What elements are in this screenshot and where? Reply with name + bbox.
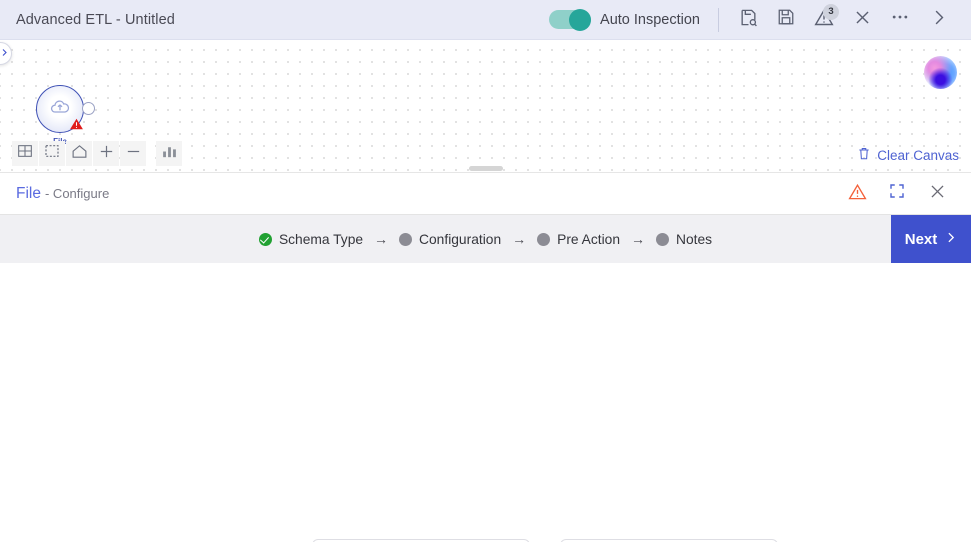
close-icon (928, 182, 947, 206)
panel-warning-button[interactable] (837, 178, 877, 210)
toggle-knob (569, 8, 592, 31)
toolbar-divider (718, 7, 719, 32)
top-bar: Advanced ETL - Untitled Auto Inspection (0, 0, 971, 40)
topbar-actions: Auto Inspection 3 (549, 3, 957, 36)
zoom-in-button[interactable] (93, 141, 119, 166)
bar-chart-icon (161, 143, 178, 165)
more-options-icon (890, 7, 910, 32)
auto-inspection-label: Auto Inspection (600, 11, 700, 28)
canvas-node-file[interactable]: File (36, 85, 95, 146)
save-button[interactable] (767, 4, 805, 36)
stepper-bar: Schema Type → Configuration → Pre Action… (0, 215, 971, 263)
node-output-port[interactable] (82, 102, 95, 115)
step-arrow-icon: → (374, 231, 389, 247)
step-pre-action[interactable]: Pre Action (537, 232, 620, 247)
save-as-icon (739, 8, 758, 32)
step-dot-icon (399, 232, 413, 246)
node-error-icon (69, 117, 84, 136)
app-root: Advanced ETL - Untitled Auto Inspection (0, 0, 971, 542)
zoom-in-icon (98, 143, 115, 165)
layout-grid-icon (17, 143, 33, 164)
step-label: Notes (676, 231, 713, 247)
warning-triangle-icon (847, 182, 867, 206)
step-arrow-icon: → (512, 231, 527, 247)
expand-icon (888, 182, 906, 205)
step-dot-icon (537, 232, 551, 246)
sidebar-toggle-button[interactable] (0, 42, 12, 65)
save-as-button[interactable] (729, 4, 767, 36)
chevron-right-icon (929, 8, 948, 32)
warnings-button[interactable]: 3 (805, 3, 843, 36)
panel-header: File - Configure (0, 173, 971, 215)
step-list: Schema Type → Configuration → Pre Action… (258, 231, 712, 247)
layout-grid-button[interactable] (12, 141, 38, 166)
clear-canvas-label: Clear Canvas (877, 147, 959, 163)
panel-title: File (16, 184, 41, 202)
step-dot-icon (656, 232, 670, 246)
ai-assistant-button[interactable] (924, 56, 957, 89)
panel-subtitle: - Configure (44, 186, 110, 201)
select-area-button[interactable] (39, 141, 65, 166)
step-configuration[interactable]: Configuration (399, 232, 501, 247)
panel-close-button[interactable] (917, 178, 957, 210)
trash-icon (857, 146, 871, 164)
next-button[interactable]: Next (891, 215, 971, 263)
next-button-label: Next (904, 230, 938, 248)
zoom-out-button[interactable] (120, 141, 146, 166)
next-panel-button[interactable] (919, 4, 957, 36)
home-icon (71, 143, 88, 165)
auto-inspection-toggle-group[interactable]: Auto Inspection (549, 8, 700, 31)
canvas-toolbar (12, 141, 182, 166)
statistics-button[interactable] (156, 141, 182, 166)
step-arrow-icon: → (631, 231, 646, 247)
app-title: Advanced ETL - Untitled (16, 11, 175, 28)
step-check-icon (258, 232, 272, 246)
cloud-upload-icon (49, 96, 71, 123)
panel-expand-button[interactable] (877, 178, 917, 210)
step-notes[interactable]: Notes (656, 232, 712, 247)
close-button[interactable] (843, 4, 881, 36)
close-icon (853, 8, 872, 32)
panel-resize-handle[interactable] (468, 166, 503, 171)
step-label: Schema Type (278, 231, 364, 247)
select-area-icon (44, 143, 60, 164)
step-label: Configuration (419, 231, 502, 247)
step-schema-type[interactable]: Schema Type (258, 231, 364, 247)
floppy-save-icon (777, 8, 795, 31)
flow-canvas[interactable]: File (0, 40, 971, 173)
step-label: Pre Action (557, 231, 621, 247)
configure-form: Data Format*i CSV , Comma Sample File Co… (0, 263, 971, 542)
warnings-badge: 3 (823, 3, 839, 20)
clear-canvas-button[interactable]: Clear Canvas (857, 146, 959, 164)
home-button[interactable] (66, 141, 92, 166)
chevron-right-icon (0, 45, 9, 63)
auto-inspection-toggle[interactable] (549, 8, 592, 31)
chevron-right-icon (944, 231, 957, 248)
more-options-button[interactable] (881, 4, 919, 36)
zoom-out-icon (125, 143, 142, 165)
